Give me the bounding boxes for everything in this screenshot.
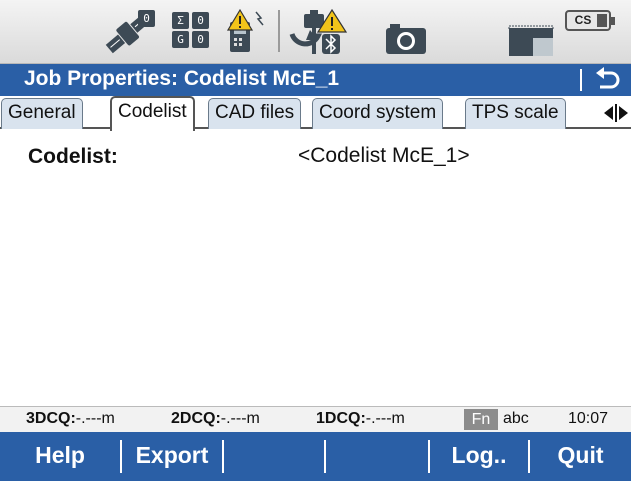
- tab-strip: General Codelist CAD files Coord system …: [0, 96, 631, 131]
- tab-cad-files[interactable]: CAD files: [208, 98, 302, 129]
- tab-coord-system[interactable]: Coord system: [312, 98, 444, 129]
- radio-warning-icon[interactable]: [226, 8, 268, 54]
- help-button[interactable]: Help: [0, 432, 120, 481]
- q1-value: -.---m: [365, 410, 405, 427]
- quality-3d: 3DCQ:-.---m: [26, 410, 115, 428]
- f3-button[interactable]: [224, 432, 324, 481]
- q3-value: -.---m: [75, 410, 115, 427]
- sigma-value: 0: [192, 12, 209, 29]
- battery-fill: [597, 14, 607, 27]
- q2-label: 2DCQ:: [171, 410, 221, 427]
- g-label: G: [172, 31, 189, 48]
- satellite-count: 0: [143, 12, 150, 25]
- fn-indicator: Fn: [464, 409, 498, 430]
- quality-2d: 2DCQ:-.---m: [171, 410, 260, 428]
- content-area: Codelist: <Codelist McE_1>: [0, 131, 631, 406]
- q2-value: -.---m: [220, 410, 260, 427]
- quality-1d: 1DCQ:-.---m: [316, 410, 405, 428]
- f4-button[interactable]: [326, 432, 428, 481]
- log-button[interactable]: Log..: [430, 432, 528, 481]
- quit-button[interactable]: Quit: [530, 432, 631, 481]
- q1-label: 1DCQ:: [316, 410, 366, 427]
- arrow-left-icon[interactable]: [604, 106, 613, 120]
- tab-general[interactable]: General: [1, 98, 83, 129]
- arrow-right-icon[interactable]: [619, 106, 628, 120]
- tab-tps-scale[interactable]: TPS scale: [465, 98, 566, 129]
- codelist-label: Codelist:: [28, 145, 118, 168]
- title-divider: [580, 69, 582, 91]
- status-divider: [278, 10, 280, 52]
- sigma-label: Σ: [172, 12, 189, 29]
- page-title: Job Properties: Codelist McE_1: [24, 67, 340, 90]
- memory-card-icon[interactable]: [507, 24, 555, 58]
- q3-label: 3DCQ:: [26, 410, 76, 427]
- quality-status-line: 3DCQ:-.---m 2DCQ:-.---m 1DCQ:-.---m Fn a…: [0, 406, 631, 432]
- tab-codelist[interactable]: Codelist: [110, 96, 195, 131]
- input-mode: abc: [503, 410, 529, 427]
- sigma-counter-icon[interactable]: Σ 0 G 0: [172, 12, 212, 50]
- title-bar: Job Properties: Codelist McE_1: [0, 64, 631, 96]
- codelist-select[interactable]: <Codelist McE_1>: [298, 144, 470, 168]
- status-bar: 0 Σ 0 G 0 CS: [0, 0, 631, 64]
- clock: 10:07: [568, 410, 609, 427]
- satellite-icon[interactable]: 0: [100, 6, 160, 58]
- export-button[interactable]: Export: [122, 432, 222, 481]
- g-value: 0: [192, 31, 209, 48]
- softkey-bar: Help Export Log.. Quit: [0, 432, 631, 481]
- instrument-bluetooth-icon[interactable]: [288, 6, 350, 58]
- cs-battery-icon[interactable]: CS: [565, 10, 615, 31]
- camera-icon[interactable]: [384, 22, 428, 56]
- tab-scroll-arrows: [602, 102, 630, 124]
- return-arrow-icon[interactable]: [593, 67, 621, 93]
- cs-label: CS: [574, 13, 592, 27]
